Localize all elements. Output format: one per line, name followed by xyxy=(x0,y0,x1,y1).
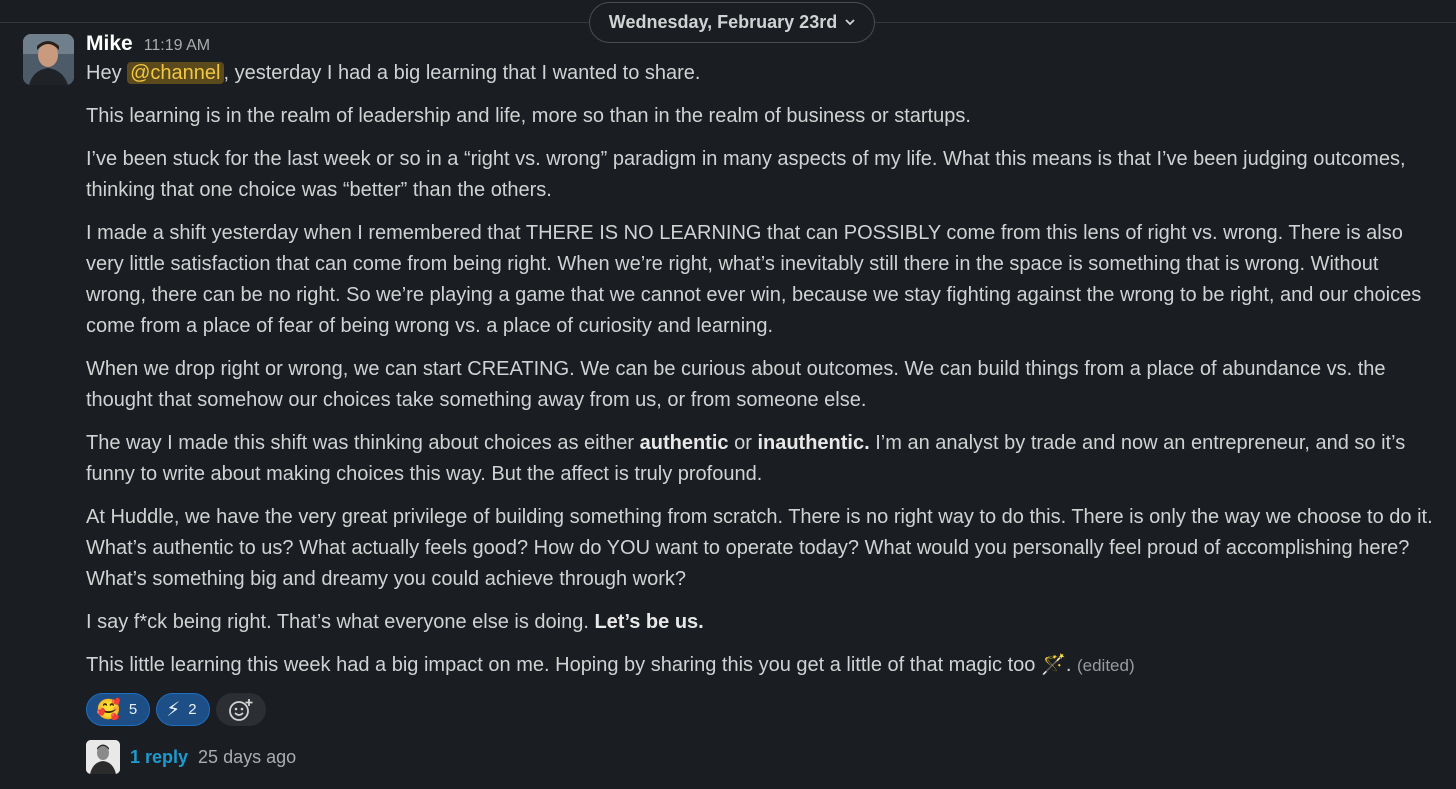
edited-label: (edited) xyxy=(1076,656,1135,675)
magic-wand-emoji: 🪄 xyxy=(1040,654,1066,676)
message-timestamp[interactable]: 11:19 AM xyxy=(144,37,210,55)
message: Mike 11:19 AM Hey @channel, yesterday I … xyxy=(86,32,1436,774)
message-body: Hey @channel, yesterday I had a big lear… xyxy=(86,58,1436,681)
message-paragraph: I say f*ck being right. That’s what ever… xyxy=(86,607,1436,638)
channel-mention[interactable]: @channel xyxy=(127,62,224,84)
chevron-down-icon xyxy=(845,19,855,26)
message-paragraph: The way I made this shift was thinking a… xyxy=(86,428,1436,490)
bold-text: authentic xyxy=(639,432,729,454)
bold-text: Let’s be us. xyxy=(594,611,704,633)
text: . xyxy=(1065,654,1077,676)
replier-avatar xyxy=(86,740,120,774)
author-avatar[interactable] xyxy=(23,34,74,85)
text: I say f*ck being right. That’s what ever… xyxy=(86,611,595,633)
reply-count-link[interactable]: 1 reply xyxy=(130,747,188,768)
text: or xyxy=(728,432,758,454)
last-reply-time: 25 days ago xyxy=(198,746,297,767)
reaction-count: 2 xyxy=(188,701,197,718)
add-emoji-icon xyxy=(228,698,253,721)
reactions-bar: 🥰 5 ⚡ 2 xyxy=(86,693,1436,726)
message-header: Mike 11:19 AM xyxy=(86,32,1436,58)
smiling-face-hearts-icon: 🥰 xyxy=(96,699,121,721)
author-name[interactable]: Mike xyxy=(86,32,133,56)
avatar-photo xyxy=(23,34,74,85)
message-paragraph: When we drop right or wrong, we can star… xyxy=(86,358,1386,411)
avatar-photo xyxy=(86,740,120,774)
message-paragraph: This little learning this week had a big… xyxy=(86,650,1436,681)
message-paragraph: I’ve been stuck for the last week or so … xyxy=(86,148,1406,201)
text: The way I made this shift was thinking a… xyxy=(86,432,640,454)
lightning-icon: ⚡ xyxy=(166,699,181,721)
date-label: Wednesday, February 23rd xyxy=(608,12,838,32)
message-paragraph: At Huddle, we have the very great privil… xyxy=(86,506,1433,590)
text: This little learning this week had a big… xyxy=(86,654,1041,676)
message-paragraph: I made a shift yesterday when I remember… xyxy=(86,222,1422,337)
text: , yesterday I had a big learning that I … xyxy=(223,62,701,84)
bold-text: inauthentic. xyxy=(757,432,870,454)
reaction-lightning[interactable]: ⚡ 2 xyxy=(156,693,210,726)
reaction-smiling-hearts[interactable]: 🥰 5 xyxy=(86,693,151,726)
text: Hey xyxy=(86,62,128,84)
thread-summary[interactable]: 1 reply 25 days ago xyxy=(86,740,1436,774)
message-paragraph: Hey @channel, yesterday I had a big lear… xyxy=(86,58,1436,89)
reaction-count: 5 xyxy=(128,701,138,718)
add-reaction-button[interactable] xyxy=(215,693,266,726)
message-paragraph: This learning is in the realm of leaders… xyxy=(86,105,971,127)
